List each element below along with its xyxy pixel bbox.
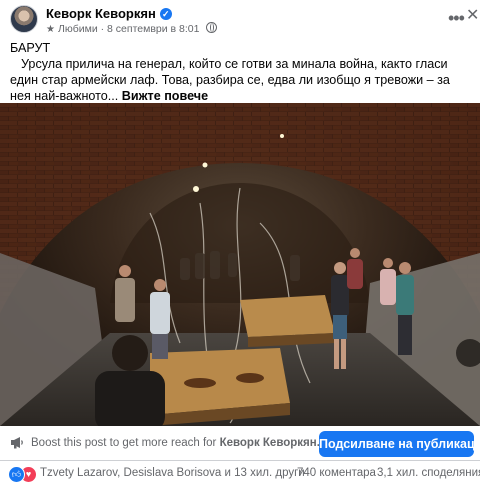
post-photo[interactable] [0,103,480,426]
avatar[interactable] [10,5,38,33]
more-options-icon[interactable]: ••• [448,8,465,29]
boost-page-name: Кеворк Кеворкян. [219,437,320,449]
globe-icon[interactable] [206,22,218,33]
post-timestamp[interactable]: 8 септември в 8:01 [107,23,199,35]
meta-separator: · [100,23,105,35]
post-header: Кеворк Кеворкян ✓ ★ Любими · 8 септември в… [0,0,480,40]
shares-count[interactable]: 3,1 хил. споделяния [377,467,480,479]
post-meta: ★ Любими · 8 септември в 8:01 [46,22,218,35]
post-title: БАРУТ [10,41,51,55]
engagement-stats: 👍︎ ♥ Tzvety Lazarov, Desislava Borisova … [0,461,480,486]
boost-text: Boost this post to get more reach for Ке… [31,437,320,449]
close-icon[interactable]: ✕ [466,5,479,25]
author-name-text[interactable]: Кеворк Кеворкян [46,6,156,21]
photo-illustration [0,103,480,426]
post-text: БАРУТ Урсула прилича на генерал, който с… [10,40,472,104]
post-body: Урсула прилича на генерал, който се готв… [10,57,450,103]
comments-count[interactable]: 740 коментара [297,467,376,479]
like-icon: 👍︎ [8,466,25,483]
post-body-wrap: Урсула прилича на генерал, който се готв… [10,56,472,104]
boost-post-button[interactable]: Подсилване на публикация [319,431,480,457]
audience-label[interactable]: Любими [58,23,98,35]
megaphone-icon [10,436,24,454]
reaction-icons[interactable]: 👍︎ ♥ [8,466,38,483]
see-more-link[interactable]: Вижте повече [122,89,208,103]
boost-bar: Boost this post to get more reach for Ке… [0,426,480,461]
verified-badge-icon: ✓ [159,8,172,20]
star-icon: ★ [46,24,55,35]
author-name[interactable]: Кеворк Кеворкян ✓ [46,6,172,21]
boost-prefix: Boost this post to get more reach for [31,437,217,449]
reactors-summary[interactable]: Tzvety Lazarov, Desislava Borisova и 13 … [40,467,305,479]
